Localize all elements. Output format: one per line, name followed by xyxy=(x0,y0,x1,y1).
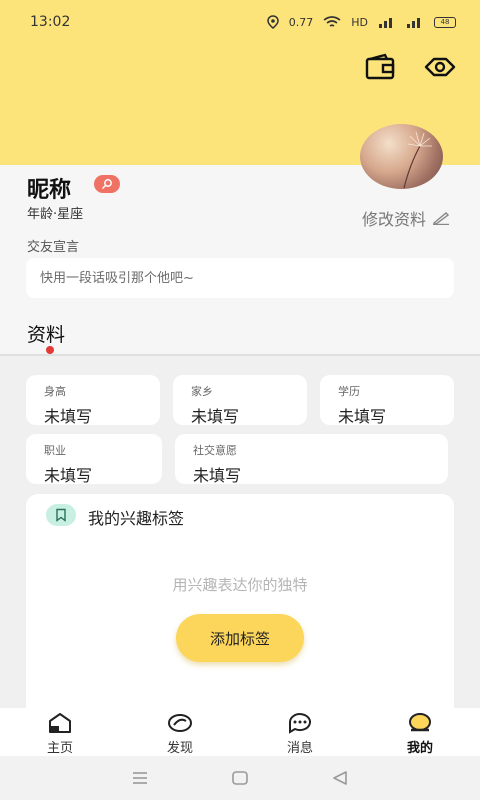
status-icons: 0.77 HD 48 xyxy=(266,15,456,29)
nav-label: 消息 xyxy=(286,741,313,756)
field-label: 职业 xyxy=(44,444,66,457)
bottom-nav: 主页 发现 消息 我的 xyxy=(0,708,480,756)
location-icon xyxy=(266,15,279,29)
battery-icon: 48 xyxy=(434,16,456,28)
education-field[interactable]: 学历 未填写 xyxy=(320,375,454,426)
field-label: 身高 xyxy=(44,385,66,398)
home-icon xyxy=(49,713,71,733)
motto-label: 交友宣言 xyxy=(27,240,80,255)
wifi-icon xyxy=(323,15,341,27)
nav-item-messages[interactable]: 消息 xyxy=(240,708,360,756)
tag-icon xyxy=(46,504,76,526)
interest-title: 我的兴趣标签 xyxy=(88,509,185,528)
height-field[interactable]: 身高 未填写 xyxy=(26,375,160,426)
nav-item-discover[interactable]: 发现 xyxy=(120,708,240,756)
hometown-field[interactable]: 家乡 未填写 xyxy=(173,375,307,426)
discover-icon xyxy=(168,714,192,732)
interest-empty-hint: 用兴趣表达你的独特 xyxy=(172,576,308,594)
system-nav-bar xyxy=(0,756,480,800)
gender-badge xyxy=(94,175,120,193)
clock: 13:02 xyxy=(30,14,71,30)
field-label: 学历 xyxy=(338,385,360,398)
edit-profile-button[interactable]: 修改资料 xyxy=(362,206,450,230)
avatar-flower-image xyxy=(403,131,432,189)
menu-icon[interactable] xyxy=(130,769,150,787)
net-speed: 0.77 xyxy=(288,15,314,29)
edit-profile-label: 修改资料 xyxy=(362,210,427,229)
field-value: 未填写 xyxy=(44,466,93,485)
pencil-icon xyxy=(432,212,450,225)
nav-label: 发现 xyxy=(166,741,193,756)
occupation-field[interactable]: 职业 未填写 xyxy=(26,434,162,485)
network-label: HD xyxy=(351,15,368,29)
motto-input[interactable] xyxy=(26,258,454,298)
field-label: 家乡 xyxy=(191,385,213,398)
age-constellation: 年龄·星座 xyxy=(27,207,84,222)
eye-icon xyxy=(424,57,456,77)
nav-label: 我的 xyxy=(406,741,433,756)
nickname: 昵称 xyxy=(27,178,72,203)
field-value: 未填写 xyxy=(191,407,240,426)
profile-icon xyxy=(409,713,431,732)
nav-item-home[interactable]: 主页 xyxy=(0,708,120,756)
interest-tags-card: 我的兴趣标签 用兴趣表达你的独特 添加标签 xyxy=(26,494,454,724)
bookmark-icon xyxy=(56,508,66,522)
status-bar: 13:02 0.77 HD 48 xyxy=(0,0,480,44)
field-label: 社交意愿 xyxy=(193,444,237,457)
social-intent-field[interactable]: 社交意愿 未填写 xyxy=(175,434,448,485)
visitor-button[interactable] xyxy=(424,52,456,82)
wallet-button[interactable] xyxy=(365,52,395,82)
field-value: 未填写 xyxy=(193,466,242,485)
nav-label: 主页 xyxy=(46,741,73,756)
nav-item-mine[interactable]: 我的 xyxy=(360,708,480,756)
field-value: 未填写 xyxy=(338,407,387,426)
home-square-icon[interactable] xyxy=(230,769,250,787)
female-icon xyxy=(101,179,112,190)
wallet-icon xyxy=(365,53,395,80)
avatar[interactable] xyxy=(360,124,443,189)
signal-icon-2 xyxy=(407,18,420,28)
signal-icon xyxy=(379,18,392,28)
add-tag-button[interactable]: 添加标签 xyxy=(176,614,304,662)
tab-indicator-dot xyxy=(46,346,54,354)
back-icon[interactable] xyxy=(330,769,350,787)
tab-profile-info[interactable]: 资料 xyxy=(27,320,65,347)
message-icon xyxy=(289,713,311,734)
field-value: 未填写 xyxy=(44,407,93,426)
